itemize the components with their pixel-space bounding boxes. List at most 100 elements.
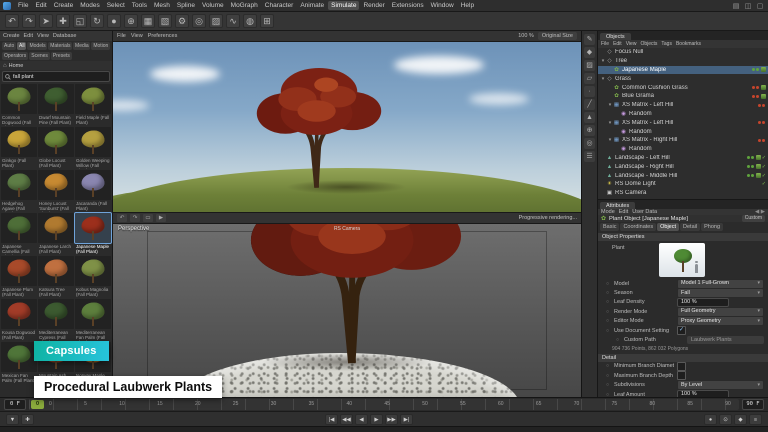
prev-key-icon[interactable]: ◀◀ [340,414,353,425]
timeline-ruler[interactable]: 0 051015202530354045505560657075808590 [29,399,739,410]
attr-tab-coordinates[interactable]: Coordinates [620,223,656,231]
keyframe-selection-icon[interactable]: ◆ [734,414,747,425]
visibility-dot-icon[interactable] [758,121,761,124]
polygons-mode-icon[interactable]: ▲ [584,112,595,123]
render-settings-icon[interactable]: ⚙ [175,14,189,28]
objects-menu-view[interactable]: View [626,41,637,47]
asset-menu-database[interactable]: Database [53,33,77,39]
asset-item[interactable]: Common Dogwood (Fall Plant) [1,84,37,126]
filter-tab-materials[interactable]: Materials [48,42,72,50]
add-marker-icon[interactable]: ✚ [21,414,34,425]
asset-item[interactable]: Katsura Tree (Fall Plant) [38,256,74,298]
pv-menu-preferences[interactable]: Preferences [148,33,178,39]
object-row-xs-matrix-left-hill[interactable]: ▾▦XS Matrix - Left Hill [598,118,768,127]
asset-menu-edit[interactable]: Edit [24,33,33,39]
filter-tab-operators[interactable]: Operators [2,52,28,60]
playhead[interactable]: 0 [31,400,44,409]
app-logo-icon[interactable] [3,2,11,10]
tag-check-icon[interactable]: ✓ [762,155,766,161]
visibility-dots[interactable] [747,174,754,177]
snap-icon[interactable]: ◎ [584,138,595,149]
object-row-xs-matrix-right-hill[interactable]: ▾▦XS Matrix - Right Hill [598,136,768,145]
menu-spline[interactable]: Spline [174,1,198,10]
menu-extensions[interactable]: Extensions [389,1,427,10]
attr-dropdown-season[interactable]: Fall▾ [677,288,764,298]
render-view[interactable] [113,42,581,212]
asset-item[interactable]: Golden Weeping Willow (Fall Plant) [75,127,111,169]
anim-dot-icon[interactable]: ○ [606,382,611,388]
object-row-blue-grama[interactable]: ✿Blue Grama [598,92,768,101]
asset-item[interactable]: Kobus Magnolia (Fall Plant) [75,256,111,298]
attr-button-custom-path[interactable]: Laubwerk Plants [687,336,764,344]
visibility-dots[interactable] [752,95,759,98]
asset-item[interactable]: Mexican Fan Palm (Fall Plant) [1,342,37,384]
tag-check-icon[interactable]: ✓ [762,173,766,179]
attr-checkbox-use-document-setting[interactable]: ✓ [677,326,686,335]
asset-item[interactable]: Japanese Maple (Fall Plant) [75,213,111,255]
asset-item[interactable]: Japanese Camellia (Fall Plant) [1,213,37,255]
asset-item[interactable]: Honey Locust 'Sunburst' (Fall Plant) [38,170,74,212]
visibility-dot-icon[interactable] [751,174,754,177]
filter-tab-models[interactable]: Models [27,42,47,50]
material-tag-icon[interactable] [756,155,761,160]
visibility-dot-icon[interactable] [758,104,761,107]
perspective-viewport[interactable]: Perspective RS Camera [113,224,581,397]
undo-icon[interactable]: ↶ [5,14,19,28]
menu-mograph[interactable]: MoGraph [228,1,261,10]
enable-axis-icon[interactable]: ⊕ [584,125,595,136]
render-view-icon[interactable]: ▦ [141,14,155,28]
filter-tab-scenes[interactable]: Scenes [29,52,50,60]
objects-menu-tags[interactable]: Tags [661,41,672,47]
rope-icon[interactable]: ∿ [226,14,240,28]
asset-item[interactable]: Jacaranda (Fall Plant) [75,170,111,212]
anim-dot-icon[interactable]: ○ [616,337,621,343]
visibility-dots[interactable] [758,104,765,107]
menu-help[interactable]: Help [458,1,477,10]
prev-frame-icon[interactable]: ◀ [355,414,368,425]
asset-item[interactable]: Mediterranean Fan Palm (Fall Plant) [75,299,111,341]
object-row-grass[interactable]: ▾◇Grass [598,74,768,83]
asset-item[interactable]: Hedgehog Agave (Fall Plant) [1,170,37,212]
menu-animate[interactable]: Animate [297,1,327,10]
material-tag-icon[interactable] [756,173,761,178]
visibility-dot-icon[interactable] [756,95,759,98]
menu-select[interactable]: Select [104,1,128,10]
asset-item[interactable]: Ginkgo (Fall Plant) [1,127,37,169]
attr-dropdown-subdivisions[interactable]: By Level▾ [677,380,764,390]
next-key-icon[interactable]: ▶▶ [385,414,398,425]
anim-dot-icon[interactable]: ○ [606,328,611,334]
filter-tab-auto[interactable]: Auto [2,42,16,50]
objects-menu-file[interactable]: File [601,41,609,47]
anim-dot-icon[interactable]: ○ [606,373,611,379]
fit-mode-dropdown[interactable]: Original Size [538,32,577,40]
visibility-dot-icon[interactable] [747,174,750,177]
menu-edit[interactable]: Edit [32,1,49,10]
material-tag-icon[interactable] [761,94,766,99]
anim-dot-icon[interactable]: ○ [606,281,611,287]
object-row-landscape-right-hill[interactable]: ▲Landscape - Right Hill✓ [598,162,768,171]
menu-simulate[interactable]: Simulate [328,1,359,10]
visibility-dots[interactable] [758,121,765,124]
current-frame-field[interactable]: 0 F [4,399,26,410]
play-icon[interactable]: ▶ [370,414,383,425]
workplane-icon[interactable]: ▱ [584,73,595,84]
attr-tab-object[interactable]: Object [657,223,679,231]
anim-dot-icon[interactable]: ○ [606,309,611,315]
objects-menu-objects[interactable]: Objects [640,41,657,47]
object-row-rs-dome-light[interactable]: ☀RS Dome Light✓ [598,180,768,189]
visibility-dot-icon[interactable] [752,95,755,98]
record-options-icon[interactable]: ≡ [749,414,762,425]
object-row-random[interactable]: ◉Random [598,127,768,136]
points-mode-icon[interactable]: ∙ [584,86,595,97]
asset-item[interactable]: Field Maple (Fall Plant) [75,84,111,126]
object-row-landscape-left-hill[interactable]: ▲Landscape - Left Hill✓ [598,154,768,163]
attr-tab-basic[interactable]: Basic [600,223,619,231]
pv-menu-file[interactable]: File [117,33,126,39]
visibility-dot-icon[interactable] [762,104,765,107]
render-to-picture-viewer-icon[interactable]: ▧ [158,14,172,28]
attr-tab-detail[interactable]: Detail [680,223,700,231]
filter-tab-media[interactable]: Media [73,42,90,50]
make-editable-icon[interactable]: ✎ [584,34,595,45]
custom-button[interactable]: Custom [742,215,765,222]
simulation-scene-icon[interactable]: ◎ [192,14,206,28]
